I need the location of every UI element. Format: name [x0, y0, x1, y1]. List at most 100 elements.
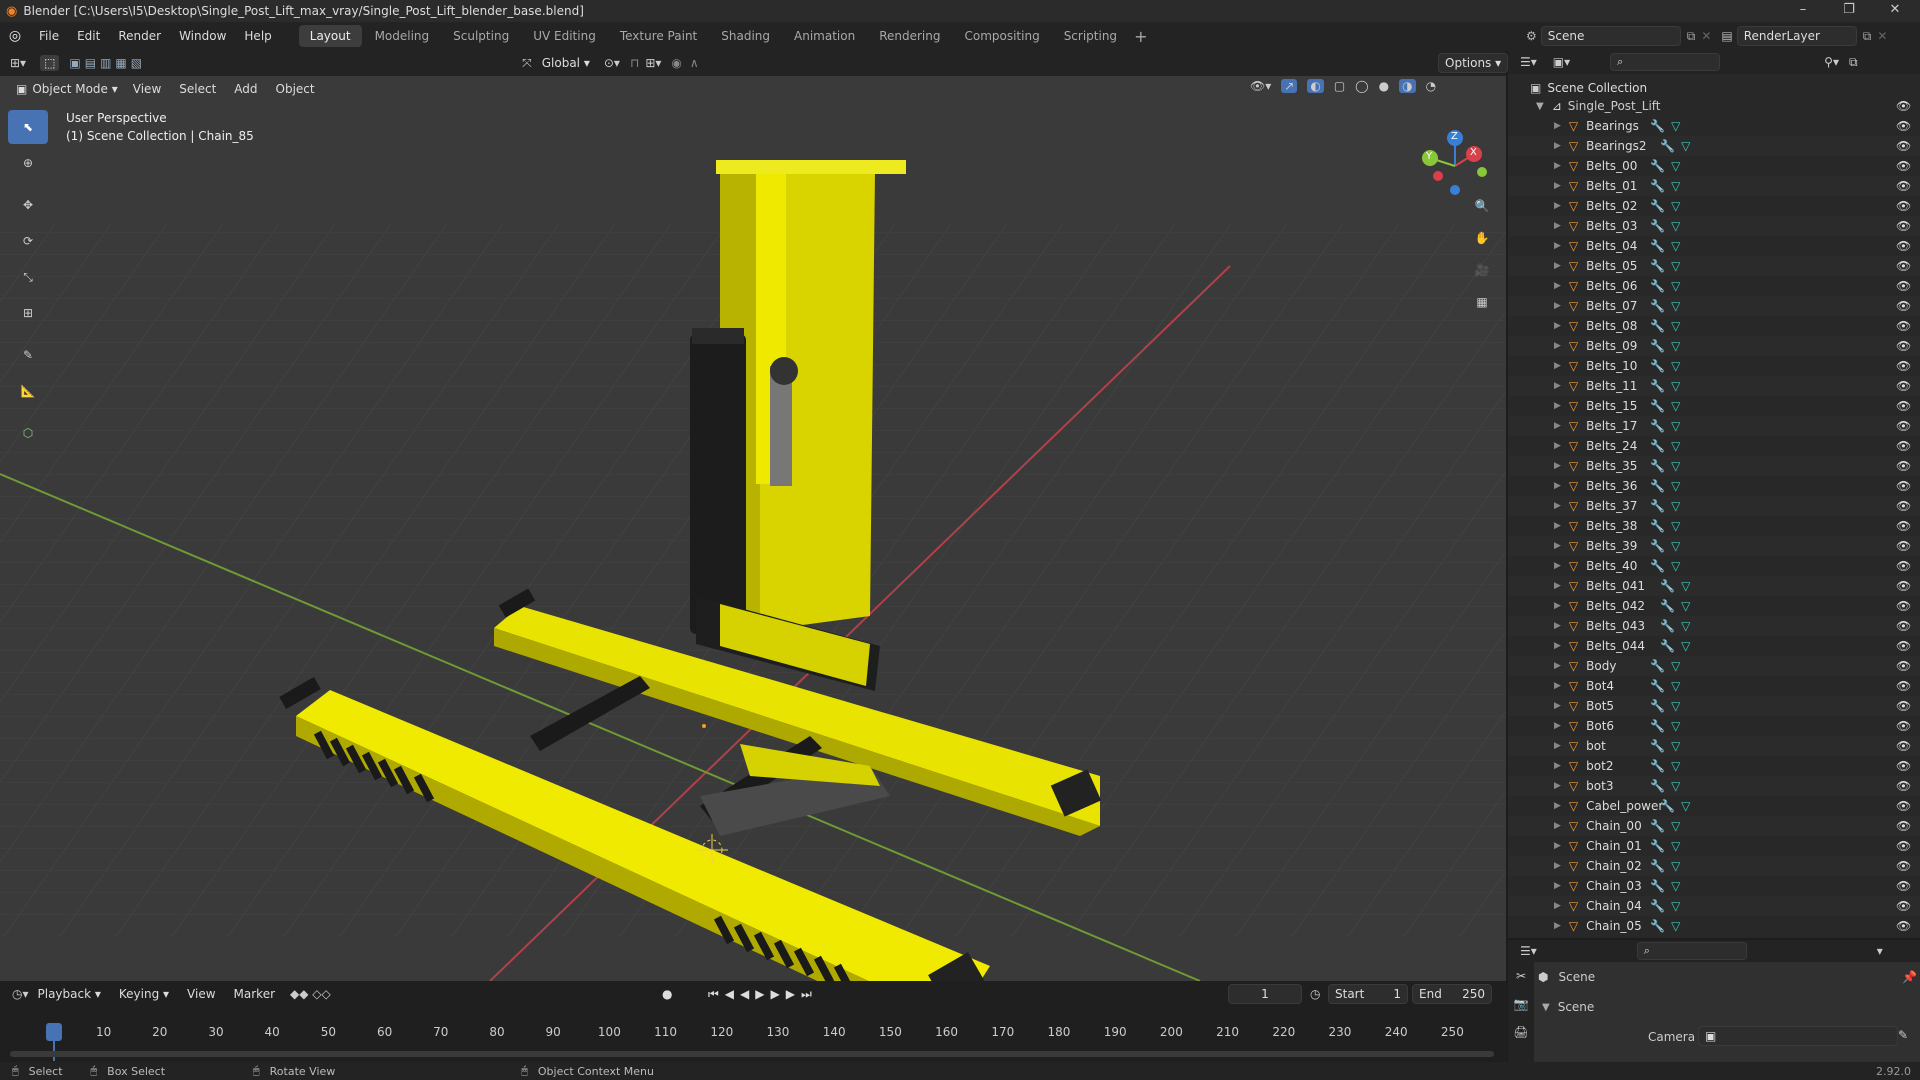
- tab-scripting[interactable]: Scripting: [1053, 25, 1128, 47]
- mesh-data-icon[interactable]: ▽: [1671, 559, 1680, 573]
- zoom-view-button[interactable]: 🔍: [1468, 192, 1496, 220]
- mesh-data-icon[interactable]: ▽: [1671, 759, 1680, 773]
- scene-selector-icon[interactable]: ⚙: [1526, 29, 1537, 43]
- mesh-data-icon[interactable]: ▽: [1671, 359, 1680, 373]
- add-cube-tool[interactable]: ⬡: [8, 416, 48, 450]
- overlay-toggle-icon[interactable]: ◐: [1307, 79, 1324, 93]
- visibility-eye-icon[interactable]: 👁: [1896, 119, 1911, 133]
- tab-compositing[interactable]: Compositing: [953, 25, 1050, 47]
- cursor-tool[interactable]: ⊕: [8, 146, 48, 180]
- outliner-row[interactable]: ▶ ▽ Chain_00 🔧 ▽ 👁: [1508, 816, 1920, 836]
- modifier-wrench-icon[interactable]: 🔧: [1650, 679, 1665, 693]
- xray-toggle-icon[interactable]: ▢: [1334, 79, 1345, 93]
- editor-type-icon[interactable]: ⊞▾: [10, 56, 26, 70]
- expand-arrow-icon[interactable]: ▶: [1554, 561, 1561, 571]
- close-button[interactable]: ✕: [1872, 0, 1918, 22]
- ortho-toggle-button[interactable]: ▦: [1468, 288, 1496, 316]
- mesh-data-icon[interactable]: ▽: [1671, 199, 1680, 213]
- modifier-wrench-icon[interactable]: 🔧: [1650, 859, 1665, 873]
- outliner-row[interactable]: ▶ ▽ Belts_10 🔧 ▽ 👁: [1508, 356, 1920, 376]
- expand-arrow-icon[interactable]: ▶: [1554, 581, 1561, 591]
- modifier-wrench-icon[interactable]: 🔧: [1650, 839, 1665, 853]
- properties-search-input[interactable]: ⌕: [1636, 942, 1747, 960]
- camera-view-button[interactable]: 🎥: [1468, 256, 1496, 284]
- select-box-tool[interactable]: ⬉: [8, 110, 48, 144]
- wireframe-shading-icon[interactable]: ◯: [1355, 79, 1368, 93]
- snap-icon[interactable]: ⊓: [630, 56, 639, 70]
- expand-arrow-icon[interactable]: ▶: [1554, 761, 1561, 771]
- modifier-wrench-icon[interactable]: 🔧: [1650, 539, 1665, 553]
- expand-arrow-icon[interactable]: ▶: [1554, 801, 1561, 811]
- rotate-tool[interactable]: ⟳: [8, 224, 48, 258]
- visibility-eye-icon[interactable]: 👁: [1896, 919, 1911, 933]
- modifier-wrench-icon[interactable]: 🔧: [1650, 239, 1665, 253]
- expand-arrow-icon[interactable]: ▶: [1554, 501, 1561, 511]
- mesh-data-icon[interactable]: ▽: [1671, 159, 1680, 173]
- expand-arrow-icon[interactable]: ▶: [1554, 541, 1561, 551]
- expand-arrow-icon[interactable]: ▶: [1554, 701, 1561, 711]
- outliner-row[interactable]: ▶ ▽ Chain_05 🔧 ▽ 👁: [1508, 916, 1920, 936]
- outliner-row[interactable]: ▶ ▽ Belts_01 🔧 ▽ 👁: [1508, 176, 1920, 196]
- expand-arrow-icon[interactable]: ▶: [1554, 181, 1561, 191]
- expand-arrow-icon[interactable]: ▶: [1554, 901, 1561, 911]
- new-scene-icon[interactable]: ⧉: [1687, 29, 1696, 44]
- playhead[interactable]: [46, 1023, 62, 1041]
- expand-arrow-icon[interactable]: ▶: [1554, 281, 1561, 291]
- visibility-filter-icon[interactable]: 👁▾: [1250, 79, 1271, 93]
- mesh-data-icon[interactable]: ▽: [1671, 439, 1680, 453]
- visibility-eye-icon[interactable]: 👁: [1896, 459, 1911, 473]
- mesh-data-icon[interactable]: ▽: [1671, 339, 1680, 353]
- expand-arrow-icon[interactable]: ▶: [1554, 381, 1561, 391]
- tab-modeling[interactable]: Modeling: [364, 25, 441, 47]
- outliner-row[interactable]: ▶ ▽ Bot4 🔧 ▽ 👁: [1508, 676, 1920, 696]
- visibility-eye-icon[interactable]: 👁: [1896, 639, 1911, 653]
- mesh-data-icon[interactable]: ▽: [1671, 299, 1680, 313]
- modifier-wrench-icon[interactable]: 🔧: [1650, 379, 1665, 393]
- modifier-wrench-icon[interactable]: 🔧: [1660, 599, 1675, 613]
- expand-arrow-icon[interactable]: ▶: [1554, 221, 1561, 231]
- expand-arrow-icon[interactable]: ▶: [1554, 261, 1561, 271]
- visibility-eye-icon[interactable]: 👁: [1896, 299, 1911, 313]
- modifier-wrench-icon[interactable]: 🔧: [1650, 319, 1665, 333]
- visibility-eye-icon[interactable]: 👁: [1896, 679, 1911, 693]
- snap-target-icon[interactable]: ⊞▾: [645, 56, 661, 70]
- modifier-wrench-icon[interactable]: 🔧: [1650, 399, 1665, 413]
- visibility-eye-icon[interactable]: 👁: [1896, 279, 1911, 293]
- viewport-menu-select[interactable]: Select: [170, 76, 225, 103]
- mesh-data-icon[interactable]: ▽: [1681, 579, 1690, 593]
- viewport-menu-object[interactable]: Object: [267, 76, 324, 103]
- pan-view-button[interactable]: ✋: [1468, 224, 1496, 252]
- visibility-eye-icon[interactable]: 👁: [1896, 359, 1911, 373]
- options-dropdown[interactable]: Options ▾: [1438, 53, 1509, 73]
- modifier-wrench-icon[interactable]: 🔧: [1650, 699, 1665, 713]
- outliner-search-input[interactable]: ⌕: [1610, 53, 1721, 71]
- expand-arrow-icon[interactable]: ▶: [1554, 721, 1561, 731]
- outliner-row[interactable]: ▶ ▽ Belts_35 🔧 ▽ 👁: [1508, 456, 1920, 476]
- expand-arrow-icon[interactable]: ▶: [1554, 301, 1561, 311]
- viewport-menu-view[interactable]: View: [124, 76, 170, 103]
- visibility-eye-icon[interactable]: 👁: [1896, 159, 1911, 173]
- minimize-button[interactable]: –: [1780, 0, 1826, 22]
- visibility-eye-icon[interactable]: 👁: [1896, 719, 1911, 733]
- mesh-data-icon[interactable]: ▽: [1671, 879, 1680, 893]
- expand-arrow-icon[interactable]: ▶: [1554, 521, 1561, 531]
- outliner-row[interactable]: ▶ ▽ Belts_03 🔧 ▽ 👁: [1508, 216, 1920, 236]
- modifier-wrench-icon[interactable]: 🔧: [1650, 919, 1665, 933]
- view-layer-field[interactable]: RenderLayer: [1736, 26, 1857, 46]
- outliner-row[interactable]: ▶ ▽ Cabel_power 🔧 ▽ 👁: [1508, 796, 1920, 816]
- properties-options-icon[interactable]: ▾: [1877, 944, 1883, 958]
- orientation-icon[interactable]: ⤧: [522, 56, 532, 71]
- mesh-data-icon[interactable]: ▽: [1671, 379, 1680, 393]
- measure-tool[interactable]: 📐: [8, 374, 48, 408]
- outliner-row[interactable]: ▶ ▽ Belts_38 🔧 ▽ 👁: [1508, 516, 1920, 536]
- 3d-viewport[interactable]: ▣ Object Mode ▾ View Select Add Object 👁▾…: [0, 76, 1506, 981]
- outliner-row[interactable]: ▶ ▽ Belts_17 🔧 ▽ 👁: [1508, 416, 1920, 436]
- expand-arrow-icon[interactable]: ▶: [1554, 121, 1561, 131]
- outliner-row[interactable]: ▶ ▽ Belts_05 🔧 ▽ 👁: [1508, 256, 1920, 276]
- properties-editor-icon[interactable]: ☰▾: [1520, 944, 1537, 958]
- visibility-eye-icon[interactable]: 👁: [1896, 319, 1911, 333]
- modifier-wrench-icon[interactable]: 🔧: [1660, 619, 1675, 633]
- visibility-eye-icon[interactable]: 👁: [1896, 199, 1911, 213]
- solid-shading-icon[interactable]: ●: [1379, 79, 1389, 93]
- outliner-row[interactable]: ▶ ▽ Belts_15 🔧 ▽ 👁: [1508, 396, 1920, 416]
